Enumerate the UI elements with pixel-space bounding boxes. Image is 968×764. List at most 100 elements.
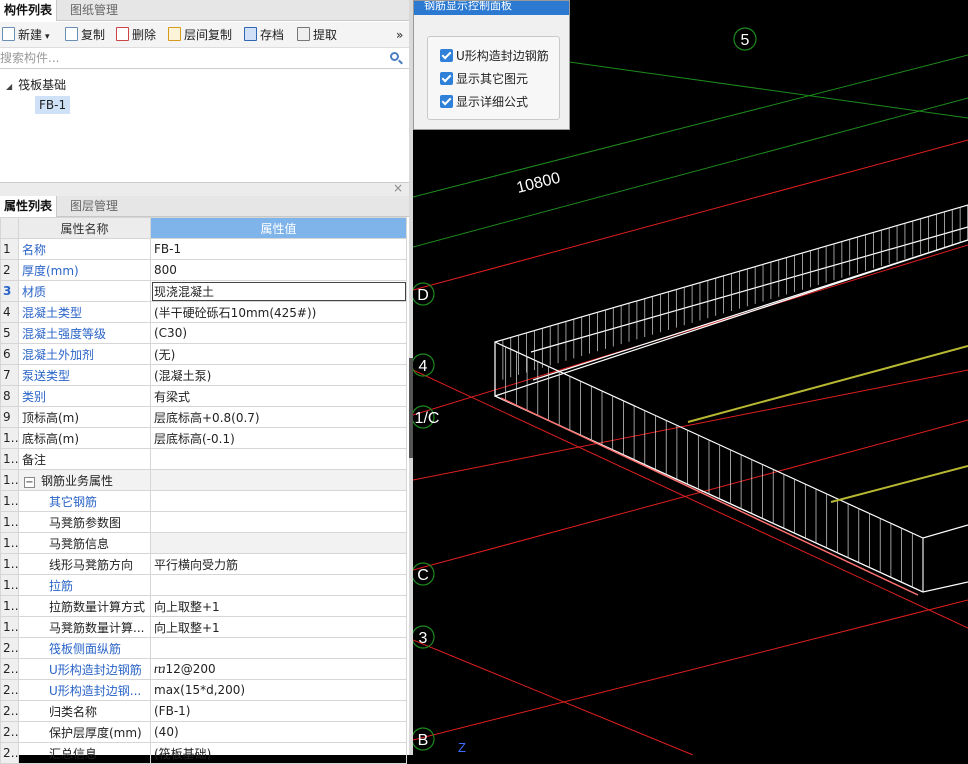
row-number: 10 <box>0 427 19 449</box>
property-name: U形构造封边钢... <box>18 679 151 701</box>
table-row[interactable]: 5 混凝土强度等级 (C30) <box>0 322 407 344</box>
property-name: 混凝土强度等级 <box>18 322 151 344</box>
property-name: 汇总信息 <box>18 742 151 764</box>
property-value[interactable]: (混凝土泵) <box>150 364 407 386</box>
tab-component-list[interactable]: 构件列表 <box>0 0 58 21</box>
property-name: 备注 <box>18 448 151 470</box>
floor-copy-button[interactable]: 层间复制 <box>168 26 232 44</box>
property-value[interactable] <box>150 532 407 554</box>
property-name: U形构造封边钢筋 <box>18 658 151 680</box>
component-tabbar: 构件列表 图纸管理 <box>0 0 409 21</box>
property-name: 混凝土外加剂 <box>18 343 151 365</box>
row-number: 20 <box>0 637 19 659</box>
property-value[interactable]: 向上取整+1 <box>150 595 407 617</box>
property-name: 归类名称 <box>18 700 151 722</box>
delete-button[interactable]: 删除 <box>116 26 156 44</box>
property-value[interactable]: 800 <box>150 259 407 281</box>
property-value[interactable]: (筏板基础) <box>150 742 407 764</box>
table-row[interactable]: 4 混凝土类型 (半干硬砼砾石10mm(425#)) <box>0 301 407 323</box>
row-number: 15 <box>0 532 19 554</box>
save-button[interactable]: 存档 <box>244 26 284 44</box>
close-icon[interactable]: × <box>393 181 403 195</box>
row-number: 11 <box>0 448 19 470</box>
table-row[interactable]: 17 拉筋 <box>0 574 407 596</box>
property-value[interactable] <box>150 637 407 659</box>
checkbox-checked-icon[interactable] <box>440 95 453 108</box>
table-row-group[interactable]: 12− 钢筋业务属性 <box>0 469 407 491</box>
table-row[interactable]: 13 其它钢筋 <box>0 490 407 512</box>
row-number: 24 <box>0 721 19 743</box>
tree-root[interactable]: ◢ 筏板基础 <box>6 76 66 93</box>
table-row[interactable]: 3 材质 现浇混凝土 <box>0 280 407 302</box>
table-row[interactable]: 20 筏板侧面纵筋 <box>0 637 407 659</box>
search-input[interactable] <box>0 49 380 67</box>
table-row[interactable]: 9 顶标高(m) 层底标高+0.8(0.7) <box>0 406 407 428</box>
checkbox-checked-icon[interactable] <box>440 72 453 85</box>
property-value[interactable]: max(15*d,200) <box>150 679 407 701</box>
table-row[interactable]: 2 厚度(mm) 800 <box>0 259 407 281</box>
property-value[interactable]: 平行横向受力筋 <box>150 553 407 575</box>
search-icon[interactable] <box>390 52 399 61</box>
table-row[interactable]: 18 拉筋数量计算方式 向上取整+1 <box>0 595 407 617</box>
checkbox-show-detailed-formula[interactable]: 显示详细公式 <box>440 93 528 110</box>
table-row[interactable]: 22 U形构造封边钢... max(15*d,200) <box>0 679 407 701</box>
property-value[interactable]: 层底标高+0.8(0.7) <box>150 406 407 428</box>
row-number: 6 <box>0 343 19 365</box>
property-value[interactable] <box>150 511 407 533</box>
new-button[interactable]: 新建 ▾ <box>2 26 50 44</box>
property-value[interactable]: ⴊ12@200 <box>150 658 407 680</box>
row-number: 22 <box>0 679 19 701</box>
copy-button[interactable]: 复制 <box>65 26 105 44</box>
component-toolbar: 新建 ▾ 复制 删除 层间复制 存档 提取 » <box>0 22 409 48</box>
property-value-editing[interactable]: 现浇混凝土 <box>150 280 407 302</box>
property-value[interactable]: 有梁式 <box>150 385 407 407</box>
property-value[interactable]: 层底标高(-0.1) <box>150 427 407 449</box>
property-tabbar: 属性列表 图层管理 <box>0 196 409 217</box>
property-name: 混凝土类型 <box>18 301 151 323</box>
table-row[interactable]: 24 保护层厚度(mm) (40) <box>0 721 407 743</box>
table-row[interactable]: 7 泵送类型 (混凝土泵) <box>0 364 407 386</box>
property-name: 名称 <box>18 238 151 260</box>
table-row[interactable]: 25 汇总信息 (筏板基础) <box>0 742 407 764</box>
collapse-triangle-icon[interactable]: ◢ <box>6 82 12 91</box>
table-row[interactable]: 14 马凳筋参数图 <box>0 511 407 533</box>
more-button[interactable]: » <box>396 26 403 44</box>
collapse-minus-icon[interactable]: − <box>24 476 35 488</box>
property-value[interactable]: (40) <box>150 721 407 743</box>
row-number: 18 <box>0 595 19 617</box>
property-value[interactable] <box>150 490 407 512</box>
axis-label-4: 4 <box>419 358 428 375</box>
property-value[interactable]: (无) <box>150 343 407 365</box>
table-row[interactable]: 8 类别 有梁式 <box>0 385 407 407</box>
property-value[interactable]: (FB-1) <box>150 700 407 722</box>
raft-slab-wireframe <box>494 204 968 593</box>
checkbox-show-other-elements[interactable]: 显示其它图元 <box>440 70 528 87</box>
table-row[interactable]: 19 马凳筋数量计算... 向上取整+1 <box>0 616 407 638</box>
checkbox-u-edge-rebar[interactable]: U形构造封边钢筋 <box>440 47 549 64</box>
delete-icon <box>116 27 129 41</box>
property-value[interactable]: (C30) <box>150 322 407 344</box>
table-row[interactable]: 16 线形马凳筋方向 平行横向受力筋 <box>0 553 407 575</box>
table-row[interactable]: 1 名称 FB-1 <box>0 238 407 260</box>
row-number: 2 <box>0 259 19 281</box>
property-value[interactable] <box>150 448 407 470</box>
fetch-button[interactable]: 提取 <box>297 26 337 44</box>
property-value[interactable]: FB-1 <box>150 238 407 260</box>
property-value[interactable] <box>150 574 407 596</box>
tab-property-list[interactable]: 属性列表 <box>0 196 58 217</box>
tree-item-fb1[interactable]: FB-1 <box>35 96 71 114</box>
table-row[interactable]: 23 归类名称 (FB-1) <box>0 700 407 722</box>
table-row[interactable]: 21 U形构造封边钢筋 ⴊ12@200 <box>0 658 407 680</box>
checkbox-checked-icon[interactable] <box>440 49 453 62</box>
property-value[interactable]: (半干硬砼砾石10mm(425#)) <box>150 301 407 323</box>
table-row[interactable]: 11 备注 <box>0 448 407 470</box>
row-number: 25 <box>0 742 19 764</box>
table-row[interactable]: 6 混凝土外加剂 (无) <box>0 343 407 365</box>
tab-layer-management[interactable]: 图层管理 <box>66 196 122 217</box>
pane-splitter[interactable]: × <box>0 181 409 196</box>
property-value[interactable]: 向上取整+1 <box>150 616 407 638</box>
rebar-display-panel: 钢筋显示控制面板 U形构造封边钢筋 显示其它图元 显示详细公式 <box>413 0 570 130</box>
table-row[interactable]: 10 底标高(m) 层底标高(-0.1) <box>0 427 407 449</box>
tab-drawing-management[interactable]: 图纸管理 <box>66 0 122 21</box>
table-row[interactable]: 15 马凳筋信息 <box>0 532 407 554</box>
